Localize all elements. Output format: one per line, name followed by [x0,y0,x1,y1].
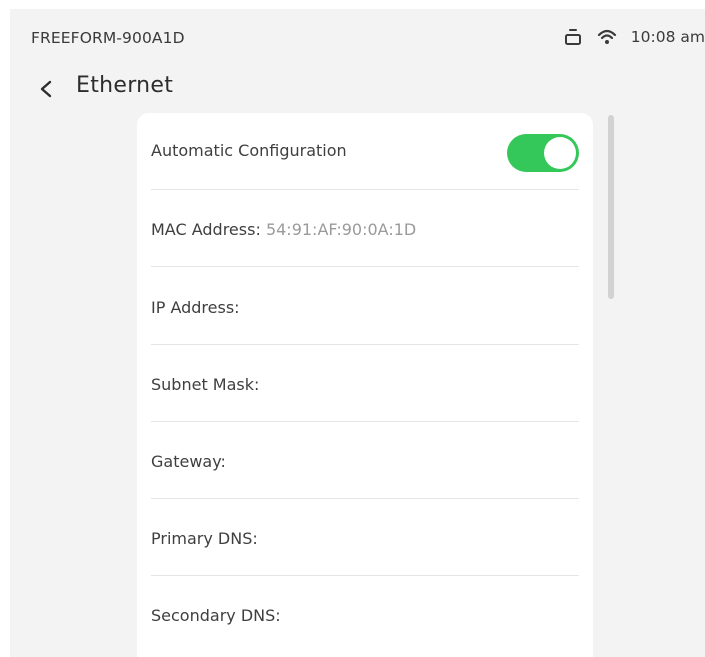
device-name: FREEFORM-900A1D [31,29,185,47]
subnet-mask-row[interactable]: Subnet Mask: [151,345,579,422]
ip-address-label: IP Address: [151,298,240,317]
scrollbar-thumb[interactable] [608,115,614,299]
mac-address-row: MAC Address: 54:91:AF:90:0A:1D [151,190,579,267]
gateway-row[interactable]: Gateway: [151,422,579,499]
status-bar: FREEFORM-900A1D 10:08 am [10,9,705,61]
automatic-configuration-toggle[interactable] [507,134,579,172]
ethernet-icon [563,27,583,47]
back-button[interactable] [36,77,56,101]
automatic-configuration-row: Automatic Configuration [151,113,579,190]
gateway-label: Gateway: [151,452,226,471]
toggle-knob [544,137,576,169]
ethernet-settings-card: Automatic Configuration MAC Address: 54:… [137,113,593,657]
primary-dns-row[interactable]: Primary DNS: [151,499,579,576]
ip-address-row[interactable]: IP Address: [151,268,579,345]
mac-address-label-group: MAC Address: 54:91:AF:90:0A:1D [151,220,416,239]
subnet-mask-label: Subnet Mask: [151,375,260,394]
status-time: 10:08 am [630,28,705,46]
mac-address-value: 54:91:AF:90:0A:1D [265,220,417,239]
secondary-dns-row[interactable]: Secondary DNS: [151,576,579,653]
page-header: Ethernet [10,71,410,105]
ethernet-settings-screen: FREEFORM-900A1D 10:08 am Ethernet Automa… [10,9,705,657]
primary-dns-label: Primary DNS: [151,529,258,548]
mac-address-label: MAC Address: [151,220,261,239]
page-title: Ethernet [76,73,174,98]
automatic-configuration-label: Automatic Configuration [151,141,347,160]
status-icons: 10:08 am [563,27,705,47]
secondary-dns-label: Secondary DNS: [151,606,281,625]
chevron-left-icon [40,80,52,98]
wifi-icon [597,27,617,47]
